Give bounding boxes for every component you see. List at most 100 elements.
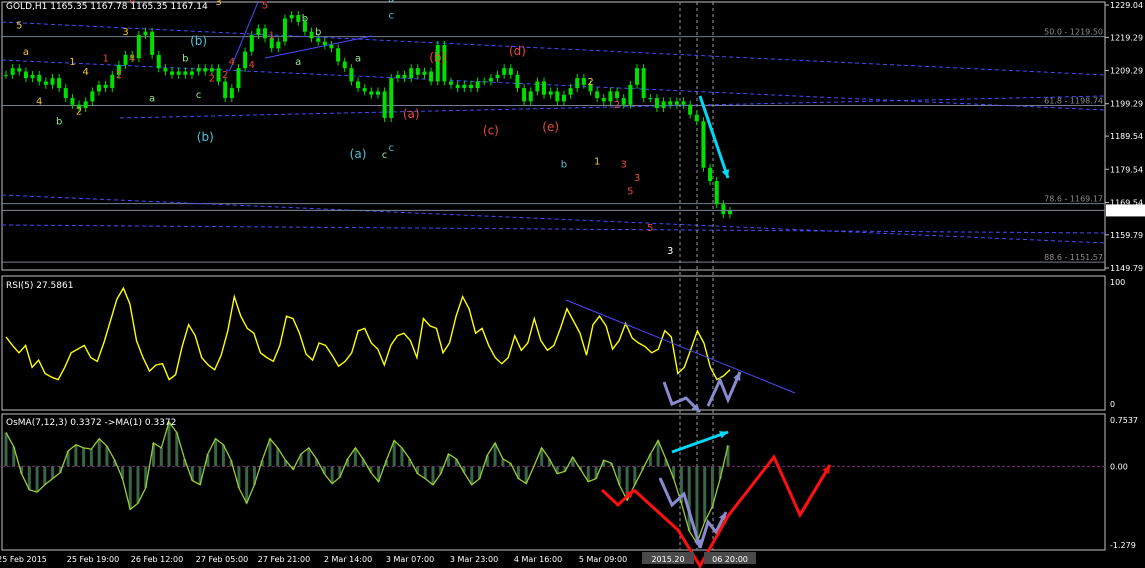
candle-body bbox=[110, 74, 115, 89]
wave-label: (b) bbox=[429, 51, 446, 65]
red-projection-arrow bbox=[798, 464, 832, 516]
time-tick-label: 2015.20 bbox=[651, 555, 684, 564]
candle-body bbox=[495, 74, 500, 79]
wave-label: 1 bbox=[594, 156, 600, 167]
candle-body bbox=[43, 81, 48, 85]
candle-body bbox=[674, 101, 679, 105]
wave-label: 4 bbox=[83, 67, 89, 78]
candle-body bbox=[316, 38, 321, 42]
time-tick-label: 27 Feb 21:00 bbox=[258, 555, 310, 564]
price-tick-label: 1209.29 bbox=[1110, 67, 1143, 76]
candle-body bbox=[143, 31, 148, 36]
candle-body bbox=[243, 51, 248, 69]
candle-body bbox=[369, 91, 374, 95]
channel-line bbox=[1, 194, 1106, 244]
fib-level-label: 78.6 - 1169.17 bbox=[1044, 195, 1103, 204]
channel-line bbox=[1, 224, 1106, 234]
fib-level-label: 88.6 - 1151.57 bbox=[1044, 253, 1103, 262]
osma-axis-label: 0.00 bbox=[1110, 462, 1128, 471]
wave-label: b bbox=[182, 54, 188, 65]
candle-body bbox=[209, 68, 214, 72]
trading-chart[interactable]: 50.0 - 1219.50 61.8 - 1198.74 78.6 - 1169.… bbox=[0, 0, 1145, 568]
candle-body bbox=[661, 101, 666, 109]
candle-body bbox=[223, 81, 228, 99]
candle-body bbox=[96, 84, 101, 92]
candle-body bbox=[263, 28, 268, 39]
candle-body bbox=[309, 31, 314, 39]
wave-label: c bbox=[388, 143, 394, 154]
candle-body bbox=[668, 101, 673, 105]
wave-label: 1 bbox=[102, 54, 108, 65]
wave-label: 1 bbox=[69, 57, 75, 68]
candle-body bbox=[641, 68, 646, 99]
candle-body bbox=[296, 15, 301, 22]
candle-body bbox=[502, 68, 507, 75]
candle-body bbox=[63, 88, 68, 99]
osma-panel bbox=[1, 413, 1106, 551]
candle-body bbox=[329, 44, 334, 49]
price-tick-label: 1159.79 bbox=[1110, 231, 1143, 240]
candle-body bbox=[708, 167, 713, 182]
candle-body bbox=[522, 88, 527, 102]
candle-body bbox=[23, 71, 28, 79]
wave-label: 4 bbox=[249, 60, 255, 71]
wave-label: c bbox=[388, 10, 394, 21]
candle-body bbox=[389, 78, 394, 118]
cyan-arrow-osma-head bbox=[719, 431, 728, 439]
wave-label: 5 bbox=[647, 223, 653, 234]
wave-label: b bbox=[315, 27, 321, 38]
wave-label: (b) bbox=[190, 34, 207, 48]
candle-body bbox=[375, 91, 380, 95]
candle-body bbox=[561, 94, 566, 102]
candle-body bbox=[356, 81, 361, 89]
candle-body bbox=[203, 68, 208, 72]
candle-body bbox=[382, 91, 387, 118]
candle-body bbox=[37, 74, 42, 82]
wave-label: 4 bbox=[229, 57, 235, 68]
candle-body bbox=[90, 91, 95, 102]
wave-label: 2 bbox=[222, 70, 228, 81]
price-tick-label: 1189.54 bbox=[1110, 132, 1143, 141]
wave-label: 2 bbox=[209, 73, 215, 84]
candle-body bbox=[548, 91, 553, 95]
candle-body bbox=[595, 91, 600, 99]
candle-body bbox=[608, 91, 613, 102]
rsi-axis-label: 0 bbox=[1110, 400, 1115, 409]
candle-body bbox=[10, 68, 15, 75]
candle-body bbox=[70, 98, 75, 105]
time-tick-label: 4 Mar 16:00 bbox=[514, 555, 562, 564]
wave-label: (c) bbox=[483, 124, 499, 138]
wave-label: (d) bbox=[509, 44, 526, 58]
wave-label: 4 bbox=[36, 97, 42, 108]
candle-body bbox=[229, 88, 234, 99]
candle-body bbox=[170, 71, 175, 75]
candle-body bbox=[395, 74, 400, 79]
candle-body bbox=[17, 68, 22, 72]
candle-body bbox=[528, 91, 533, 102]
wave-label: c bbox=[196, 90, 202, 101]
time-tick-label: 26 Feb 12:00 bbox=[131, 555, 183, 564]
wave-label: a bbox=[149, 93, 155, 104]
candle-body bbox=[342, 61, 347, 69]
time-tick-label: 3 Mar 23:00 bbox=[450, 555, 498, 564]
wave-label: 5 bbox=[16, 20, 22, 31]
candle-body bbox=[402, 74, 407, 79]
rsi-trendline bbox=[565, 299, 796, 394]
candle-body bbox=[488, 78, 493, 82]
channel-line bbox=[119, 95, 1106, 119]
candle-body bbox=[621, 98, 626, 105]
candle-body bbox=[282, 18, 287, 42]
candle-body bbox=[628, 84, 633, 105]
price-tick-label: 1179.54 bbox=[1110, 165, 1143, 174]
candle-body bbox=[156, 54, 161, 69]
candle-body bbox=[449, 81, 454, 85]
candle-body bbox=[721, 204, 726, 215]
time-tick-label: 5 Mar 09:00 bbox=[579, 555, 627, 564]
osma-axis-label: 0.7537 bbox=[1110, 416, 1138, 425]
candle-body bbox=[701, 121, 706, 168]
time-tick-label: 25 Feb 2015 bbox=[0, 555, 47, 564]
candle-body bbox=[409, 68, 414, 79]
wave-label: b bbox=[561, 160, 567, 171]
candle-body bbox=[4, 74, 8, 76]
candle-body bbox=[103, 84, 108, 89]
